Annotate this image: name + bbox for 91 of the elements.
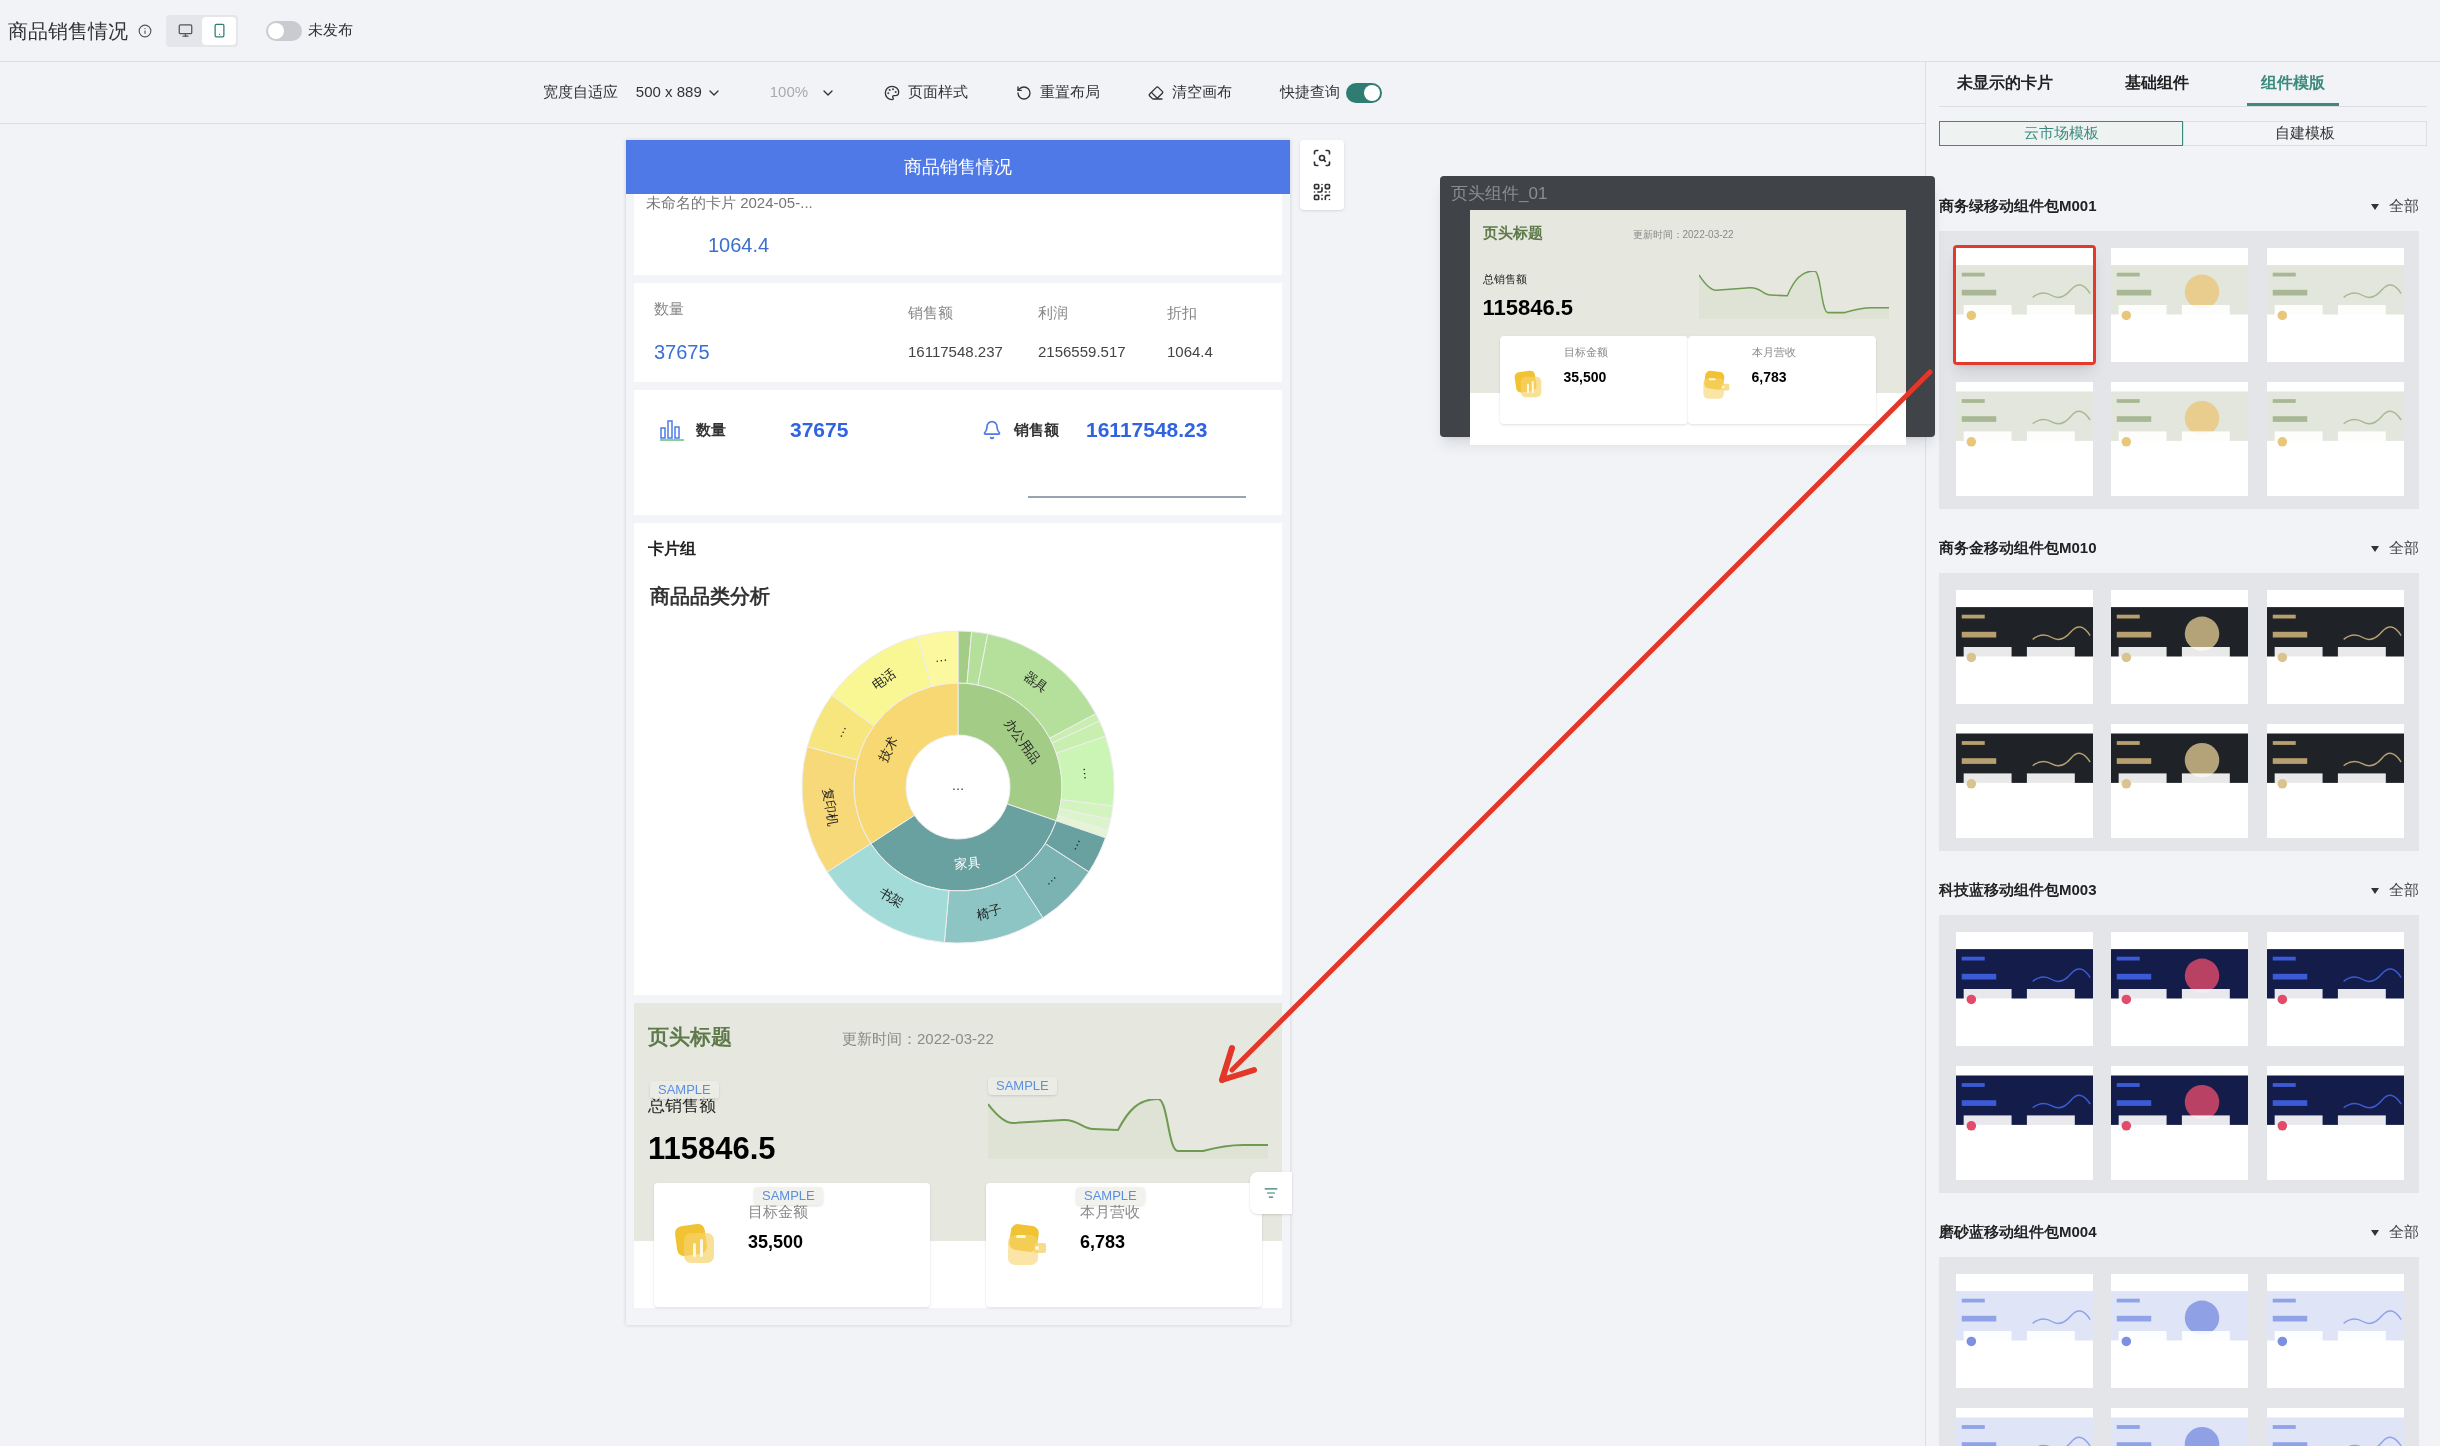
stat-value: 35,500 [748,1231,805,1254]
preview-icon[interactable] [1312,148,1332,168]
card-value: 1064.4 [708,233,771,258]
panel-tab[interactable]: 基础组件 [2111,62,2203,106]
segment-label: 椅子 [974,901,1004,923]
stat-label: 目标金额 [1563,345,1608,360]
chart-icon [1513,370,1544,400]
segment-label: … [933,648,949,666]
stat-label: 本月营收 [1751,345,1796,360]
filter-icon [1264,1186,1278,1200]
template-thumbnail[interactable] [1953,244,2096,365]
caret-icon [2371,887,2379,894]
header-title: 页头标题 [1482,223,1544,243]
segment-label: 电话 [868,665,899,693]
bar-chart-icon [660,418,684,441]
publish-toggle[interactable] [266,20,302,41]
segment-label: 办公用品 [1001,715,1044,767]
filter-dropdown[interactable]: 全部 [2371,879,2419,902]
sample-tag: SAMPLE [988,1076,1057,1095]
bell-icon [982,419,1002,440]
segment-label: … [1064,834,1084,853]
palette-icon [884,84,901,101]
segment-label: 复印机 [820,786,842,828]
metric-value: 115846.5 [648,1130,776,1168]
quick-query-label: 快捷查询 [1280,82,1341,103]
reset-icon [1016,84,1033,101]
update-time: 更新时间：2022-03-22 [1632,228,1734,242]
segment-label: … [1080,766,1097,781]
column-header: 销售额 [908,303,954,324]
sample-tag: SAMPLE [1076,1186,1145,1205]
filter-dropdown[interactable]: 全部 [2371,1221,2419,1244]
group-title: 卡片组 [648,539,697,559]
eraser-icon [1148,84,1165,101]
section-title: 科技蓝移动组件包M003 [1939,880,2097,901]
sample-tag: SAMPLE [650,1080,719,1099]
center-label: … [951,778,965,794]
caret-icon [2371,203,2379,210]
metric-label: 总销售额 [1482,271,1528,287]
width-mode: 宽度自适应 [542,82,618,103]
template-source-tab[interactable]: 自建模板 [2183,121,2427,146]
section-title: 磨砂蓝移动组件包M004 [1939,1222,2097,1243]
mobile-view-button[interactable] [202,16,236,45]
template-source-tab[interactable]: 云市场模板 [1939,121,2183,146]
preview-name: 页头组件_01 [1451,183,1548,205]
kpi-label: 数量 [696,419,727,440]
metric-value: 115846.5 [1482,294,1574,322]
column-header: 数量 [654,299,685,320]
publish-status: 未发布 [308,20,353,41]
filter-dropdown[interactable]: 全部 [2371,195,2419,218]
toolbar-button[interactable]: 清空画布 [1148,81,1233,104]
table-cell-text: 2156559.517 [1038,341,1127,362]
wallet-icon [1701,370,1732,400]
stat-value: 6,783 [1751,367,1788,387]
stat-value: 35,500 [1563,367,1608,387]
header-title: 页头标题 [648,1024,733,1050]
page-title: 商品销售情况 [8,18,128,44]
segment-label: 器具 [1021,667,1051,696]
toolbar-button[interactable]: 重置布局 [1016,81,1101,104]
table-cell-text: 37675 [654,339,711,365]
panel-tab[interactable]: 未显示的卡片 [1943,62,2067,106]
update-time: 更新时间：2022-03-22 [842,1029,994,1049]
segment-label: … [1039,868,1060,889]
chart-title: 商品品类分析 [650,584,771,609]
phone-header: 商品销售情况 [626,140,1290,194]
toolbar-button[interactable]: 页面样式 [884,81,969,104]
kpi-value: 16117548.23 [1086,417,1208,443]
segment-label: … [830,721,850,740]
monitor-icon [177,23,193,38]
section-title: 商务金移动组件包M010 [1939,538,2097,559]
card-title: 未命名的卡片 2024-05-... [646,194,814,212]
stat-value: 6,783 [1080,1231,1127,1254]
segment-label: 家具 [953,854,982,873]
phone-icon [211,23,227,38]
sample-tag: SAMPLE [754,1186,823,1205]
column-header: 利润 [1038,303,1069,324]
size-select[interactable]: 500 x 889 [635,81,722,104]
quick-query-toggle[interactable] [1346,82,1383,103]
segment-label: 技术 [875,734,902,765]
kpi-label: 销售额 [1014,419,1060,440]
caret-icon [2371,545,2379,552]
segment-label: 书架 [876,884,907,911]
column-header: 折扣 [1167,303,1198,324]
caret-icon [2371,1229,2379,1236]
qr-code-icon[interactable] [1312,182,1332,202]
panel-tab[interactable]: 组件模版 [2247,62,2339,106]
table-cell-text: 16117548.237 [908,341,1004,362]
section-title: 商务绿移动组件包M001 [1939,196,2097,217]
kpi-value: 37675 [790,417,849,443]
table-cell-text: 1064.4 [1167,341,1214,362]
info-icon[interactable] [138,23,152,38]
filter-dropdown[interactable]: 全部 [2371,537,2419,560]
